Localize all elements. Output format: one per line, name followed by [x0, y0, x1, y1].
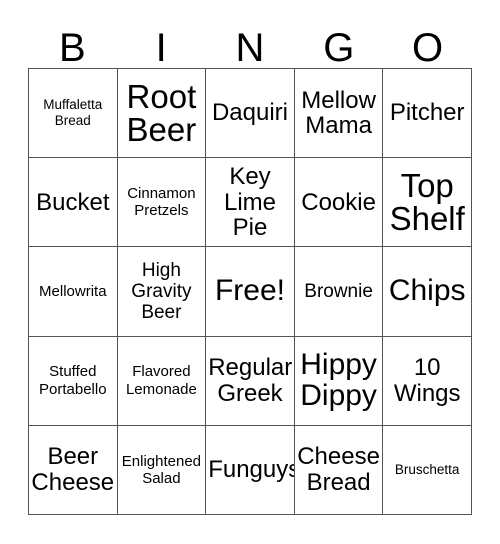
bingo-cell-label: Mellowrita [39, 282, 107, 300]
bingo-cell-label: Brownie [304, 280, 373, 302]
bingo-cell[interactable]: High Gravity Beer [117, 247, 207, 337]
bingo-header-letter-g: G [323, 26, 355, 70]
bingo-card: B I N G O Muffaletta Bread Root Beer Daqui… [0, 0, 500, 544]
bingo-cell-label: Pitcher [389, 99, 465, 127]
bingo-cell[interactable]: Cinnamon Pretzels [117, 158, 207, 248]
bingo-cell[interactable]: Pitcher [383, 69, 472, 159]
bingo-cell-label: Flavored Lemonade [125, 363, 197, 398]
bingo-cell[interactable]: Mellow Mama [294, 69, 384, 159]
bingo-cell-label: Root Beer [126, 78, 197, 149]
bingo-cell[interactable]: Flavored Lemonade [117, 336, 207, 426]
bingo-cell[interactable]: Top Shelf [383, 158, 472, 248]
bingo-cell-label: Key Lime Pie [223, 163, 276, 241]
bingo-cell[interactable]: Stuffed Portabello [29, 336, 118, 426]
bingo-cell-label: Enlightened Salad [121, 452, 201, 487]
bingo-cell[interactable]: Hippy Dippy [294, 336, 384, 426]
bingo-cell-label: Cookie [301, 188, 376, 216]
bingo-cell-label: Daquiri [211, 99, 288, 127]
bingo-cell[interactable]: Bucket [29, 158, 118, 248]
bingo-cell-label: High Gravity Beer [131, 259, 192, 324]
bingo-cell-label: Stuffed Portabello [39, 363, 107, 398]
bingo-cell[interactable]: 10 Wings [383, 336, 472, 426]
bingo-cell[interactable]: Chips [383, 247, 472, 337]
bingo-cell-label: Mellow Mama [301, 86, 376, 140]
bingo-cell-label: 10 Wings [393, 354, 461, 407]
bingo-header-row: B I N G O [28, 18, 472, 68]
bingo-cell[interactable]: Mellowrita [29, 247, 118, 337]
bingo-grid: Muffaletta Bread Root Beer Daquiri Mellow M… [28, 68, 472, 515]
bingo-cell[interactable]: Muffaletta Bread [29, 69, 118, 159]
bingo-header-letter-i: I [155, 26, 167, 70]
bingo-cell[interactable]: Brownie [294, 247, 384, 337]
bingo-cell-label: Free! [214, 274, 285, 308]
bingo-cell-label: Chips [388, 274, 466, 308]
bingo-cell[interactable]: Bruschetta [383, 425, 472, 515]
bingo-cell-label: Regular Greek [208, 354, 293, 407]
bingo-cell[interactable]: Enlightened Salad [117, 425, 207, 515]
bingo-header-letter-n: N [235, 26, 265, 70]
bingo-cell-label: Cheese Bread [297, 443, 380, 496]
bingo-cell[interactable]: Funguys [206, 425, 295, 515]
bingo-cell[interactable]: Regular Greek [206, 336, 295, 426]
bingo-cell-label: Cinnamon Pretzels [127, 185, 196, 220]
bingo-cell[interactable]: Beer Cheese [29, 425, 118, 515]
bingo-cell[interactable]: Cookie [294, 158, 384, 248]
bingo-cell-label: Muffaletta Bread [43, 97, 103, 129]
bingo-cell-label: Bucket [36, 188, 110, 216]
bingo-cell-label: Hippy Dippy [300, 347, 377, 412]
bingo-cell[interactable]: Key Lime Pie [206, 158, 295, 248]
bingo-cell-label: Bruschetta [394, 461, 460, 477]
bingo-cell[interactable]: Cheese Bread [294, 425, 384, 515]
bingo-cell-label: Top Shelf [389, 167, 465, 238]
bingo-header-letter-b: B [59, 26, 86, 70]
bingo-cell[interactable]: Root Beer [117, 69, 207, 159]
bingo-cell-label: Funguys [208, 456, 295, 484]
bingo-cell[interactable]: Daquiri [206, 69, 295, 159]
bingo-cell[interactable]: Free! [206, 247, 295, 337]
bingo-header-letter-o: O [412, 26, 444, 70]
bingo-cell-label: Beer Cheese [31, 443, 115, 496]
